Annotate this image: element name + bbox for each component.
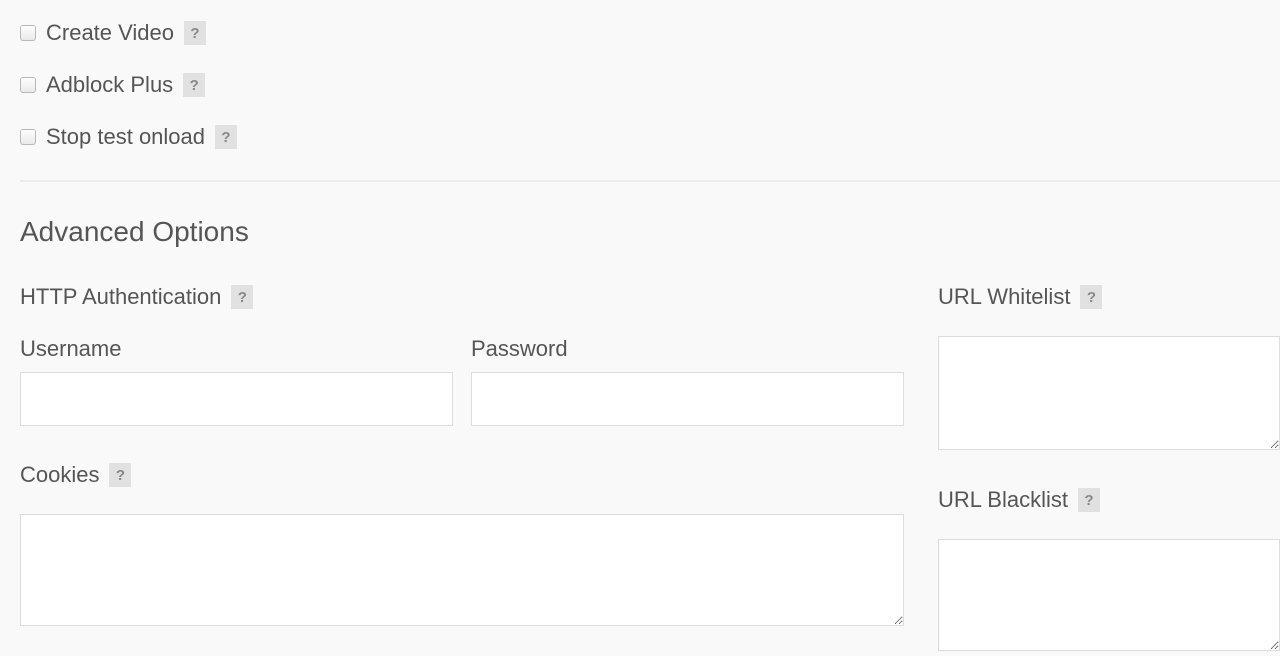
username-label: Username: [20, 336, 453, 362]
help-icon[interactable]: ?: [1080, 285, 1102, 309]
create-video-label: Create Video: [46, 20, 174, 46]
url-whitelist-label: URL Whitelist: [938, 284, 1070, 310]
help-icon[interactable]: ?: [1078, 488, 1100, 512]
http-auth-heading-row: HTTP Authentication ?: [20, 284, 904, 310]
option-create-video-row: Create Video ?: [20, 20, 1280, 46]
advanced-options-heading: Advanced Options: [20, 216, 1280, 248]
password-label: Password: [471, 336, 904, 362]
option-stop-onload-row: Stop test onload ?: [20, 124, 1280, 150]
password-input[interactable]: [471, 372, 904, 426]
url-whitelist-textarea[interactable]: [938, 336, 1280, 450]
url-blacklist-label: URL Blacklist: [938, 487, 1068, 513]
help-icon[interactable]: ?: [183, 73, 205, 97]
stop-onload-label: Stop test onload: [46, 124, 205, 150]
url-whitelist-heading-row: URL Whitelist ?: [938, 284, 1280, 310]
help-icon[interactable]: ?: [184, 21, 206, 45]
help-icon[interactable]: ?: [231, 285, 253, 309]
help-icon[interactable]: ?: [109, 463, 131, 487]
url-blacklist-textarea[interactable]: [938, 539, 1280, 651]
option-adblock-plus-row: Adblock Plus ?: [20, 72, 1280, 98]
http-auth-label: HTTP Authentication: [20, 284, 221, 310]
create-video-checkbox[interactable]: [20, 25, 36, 41]
cookies-label: Cookies: [20, 462, 99, 488]
cookies-heading-row: Cookies ?: [20, 462, 904, 488]
adblock-plus-label: Adblock Plus: [46, 72, 173, 98]
username-input[interactable]: [20, 372, 453, 426]
stop-onload-checkbox[interactable]: [20, 129, 36, 145]
section-divider: [20, 180, 1280, 182]
help-icon[interactable]: ?: [215, 125, 237, 149]
adblock-plus-checkbox[interactable]: [20, 77, 36, 93]
cookies-textarea[interactable]: [20, 514, 904, 626]
url-blacklist-heading-row: URL Blacklist ?: [938, 487, 1280, 513]
